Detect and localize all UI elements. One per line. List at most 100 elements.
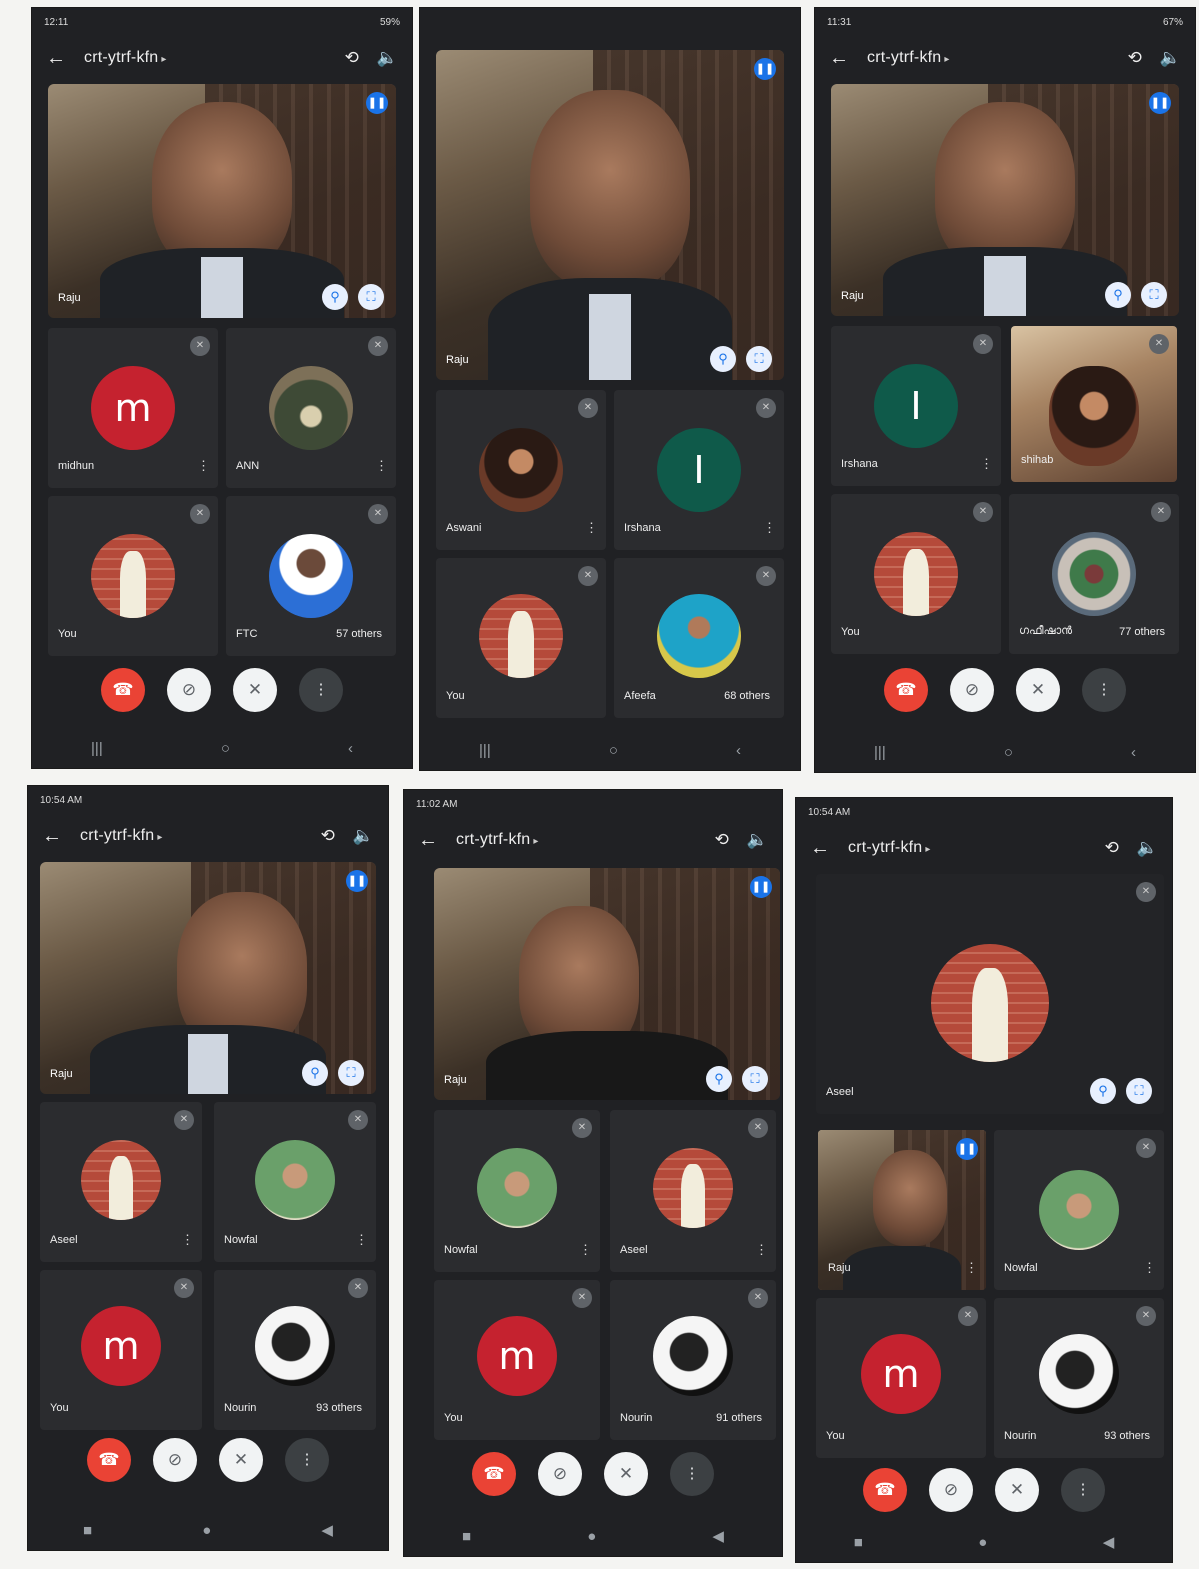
participant-tile[interactable]: ✕ m You [434, 1280, 600, 1440]
mic-off-button[interactable]: ✕ [1016, 668, 1060, 712]
more-options-button[interactable]: ⋮ [285, 1438, 329, 1482]
participant-tile[interactable]: ✕ I Irshana ⋮ [614, 390, 784, 550]
main-speaker-tile[interactable]: ❚❚ Raju ⚲ ⛶ [48, 84, 396, 318]
participant-tile[interactable]: ✕ Nourin 93 others [214, 1270, 376, 1430]
end-call-button[interactable]: ☎ [472, 1452, 516, 1496]
mic-off-button[interactable]: ✕ [219, 1438, 263, 1482]
speaker-icon[interactable]: 🔈 [1160, 48, 1181, 68]
participant-tile[interactable]: ✕ m You [40, 1270, 202, 1430]
fullscreen-icon[interactable]: ⛶ [746, 346, 772, 372]
back-nav-icon[interactable]: ‹ [736, 742, 741, 759]
home-icon[interactable]: ● [978, 1534, 987, 1551]
participant-tile[interactable]: ✕ Nowfal ⋮ [214, 1102, 376, 1262]
pin-icon[interactable]: ⚲ [706, 1066, 732, 1092]
pin-icon[interactable]: ⚲ [1090, 1078, 1116, 1104]
fullscreen-icon[interactable]: ⛶ [338, 1060, 364, 1086]
participant-tile[interactable]: ✕ You [48, 496, 218, 656]
more-options-button[interactable]: ⋮ [670, 1452, 714, 1496]
others-count[interactable]: 91 others [716, 1412, 762, 1424]
tile-more-icon[interactable]: ⋮ [585, 520, 598, 536]
speaker-icon[interactable]: 🔈 [377, 48, 398, 68]
tile-more-icon[interactable]: ⋮ [375, 458, 388, 474]
others-count[interactable]: 77 others [1119, 626, 1165, 638]
speaker-icon[interactable]: 🔈 [353, 826, 374, 846]
participant-tile[interactable]: ✕ ANN ⋮ [226, 328, 396, 488]
switch-camera-icon[interactable]: ⟲ [1128, 48, 1142, 68]
mic-off-button[interactable]: ✕ [995, 1468, 1039, 1512]
participant-video-tile[interactable]: ✕ shihab [1011, 326, 1177, 482]
more-options-button[interactable]: ⋮ [1061, 1468, 1105, 1512]
meeting-code[interactable]: crt-ytrf-kfn [848, 839, 1087, 857]
participant-tile[interactable]: ✕ Aseel ⋮ [610, 1110, 776, 1272]
others-count[interactable]: 93 others [1104, 1430, 1150, 1442]
end-call-button[interactable]: ☎ [101, 668, 145, 712]
tile-more-icon[interactable]: ⋮ [197, 458, 210, 474]
tile-more-icon[interactable]: ⋮ [355, 1232, 368, 1248]
recents-icon[interactable]: ■ [83, 1522, 92, 1539]
end-call-button[interactable]: ☎ [884, 668, 928, 712]
switch-camera-icon[interactable]: ⟲ [1105, 838, 1119, 858]
fullscreen-icon[interactable]: ⛶ [742, 1066, 768, 1092]
participant-tile[interactable]: ✕ You [436, 558, 606, 718]
home-icon[interactable]: ● [202, 1522, 211, 1539]
main-speaker-tile[interactable]: ❚❚ Raju ⚲ ⛶ [436, 50, 784, 380]
tile-more-icon[interactable]: ⋮ [1143, 1260, 1156, 1276]
participant-tile[interactable]: ✕ Nowfal ⋮ [994, 1130, 1164, 1290]
meeting-code[interactable]: crt-ytrf-kfn [456, 831, 697, 849]
recents-icon[interactable]: ||| [874, 744, 886, 761]
others-count[interactable]: 93 others [316, 1402, 362, 1414]
back-nav-icon[interactable]: ‹ [348, 740, 353, 757]
recents-icon[interactable]: ||| [91, 740, 103, 757]
recents-icon[interactable]: ■ [462, 1528, 471, 1545]
participant-tile[interactable]: ✕ Nourin 91 others [610, 1280, 776, 1440]
tile-more-icon[interactable]: ⋮ [579, 1242, 592, 1258]
end-call-button[interactable]: ☎ [87, 1438, 131, 1482]
recents-icon[interactable]: ■ [854, 1534, 863, 1551]
participant-tile[interactable]: ✕ Nourin 93 others [994, 1298, 1164, 1458]
home-icon[interactable]: ○ [1004, 744, 1013, 761]
back-arrow-icon[interactable]: ← [829, 47, 857, 70]
fullscreen-icon[interactable]: ⛶ [1141, 282, 1167, 308]
home-icon[interactable]: ● [587, 1528, 596, 1545]
pin-icon[interactable]: ⚲ [1105, 282, 1131, 308]
end-call-button[interactable]: ☎ [863, 1468, 907, 1512]
mic-off-button[interactable]: ✕ [604, 1452, 648, 1496]
recents-icon[interactable]: ||| [479, 742, 491, 759]
fullscreen-icon[interactable]: ⛶ [358, 284, 384, 310]
participant-tile[interactable]: ✕ Aswani ⋮ [436, 390, 606, 550]
back-arrow-icon[interactable]: ← [46, 47, 74, 70]
back-nav-icon[interactable]: ◀ [712, 1527, 724, 1545]
camera-off-button[interactable]: ⊘ [167, 668, 211, 712]
more-options-button[interactable]: ⋮ [1082, 668, 1126, 712]
participant-tile[interactable]: ✕ You [831, 494, 1001, 654]
participant-tile[interactable]: ✕ Nowfal ⋮ [434, 1110, 600, 1272]
more-options-button[interactable]: ⋮ [299, 668, 343, 712]
meeting-code[interactable]: crt-ytrf-kfn [84, 49, 327, 67]
back-arrow-icon[interactable]: ← [42, 825, 70, 848]
home-icon[interactable]: ○ [221, 740, 230, 757]
participant-tile[interactable]: ✕ ഗഫീഷാൻ 77 others [1009, 494, 1179, 654]
switch-camera-icon[interactable]: ⟲ [321, 826, 335, 846]
participant-tile[interactable]: ✕ m midhun ⋮ [48, 328, 218, 488]
participant-tile[interactable]: ✕ Aseel ⋮ [40, 1102, 202, 1262]
tile-more-icon[interactable]: ⋮ [755, 1242, 768, 1258]
pin-icon[interactable]: ⚲ [322, 284, 348, 310]
switch-camera-icon[interactable]: ⟲ [345, 48, 359, 68]
fullscreen-icon[interactable]: ⛶ [1126, 1078, 1152, 1104]
others-count[interactable]: 57 others [336, 628, 382, 640]
tile-more-icon[interactable]: ⋮ [181, 1232, 194, 1248]
pin-icon[interactable]: ⚲ [710, 346, 736, 372]
back-nav-icon[interactable]: ◀ [1103, 1533, 1115, 1551]
others-count[interactable]: 68 others [724, 690, 770, 702]
camera-off-button[interactable]: ⊘ [153, 1438, 197, 1482]
back-arrow-icon[interactable]: ← [418, 829, 446, 852]
camera-off-button[interactable]: ⊘ [929, 1468, 973, 1512]
participant-tile[interactable]: ✕ FTC 57 others [226, 496, 396, 656]
back-arrow-icon[interactable]: ← [810, 837, 838, 860]
participant-tile[interactable]: ✕ m You [816, 1298, 986, 1458]
back-nav-icon[interactable]: ‹ [1131, 744, 1136, 761]
camera-off-button[interactable]: ⊘ [538, 1452, 582, 1496]
meeting-code[interactable]: crt-ytrf-kfn [80, 827, 303, 845]
participant-tile[interactable]: ✕ Afeefa 68 others [614, 558, 784, 718]
main-speaker-tile[interactable]: ❚❚ Raju ⚲ ⛶ [831, 84, 1179, 316]
